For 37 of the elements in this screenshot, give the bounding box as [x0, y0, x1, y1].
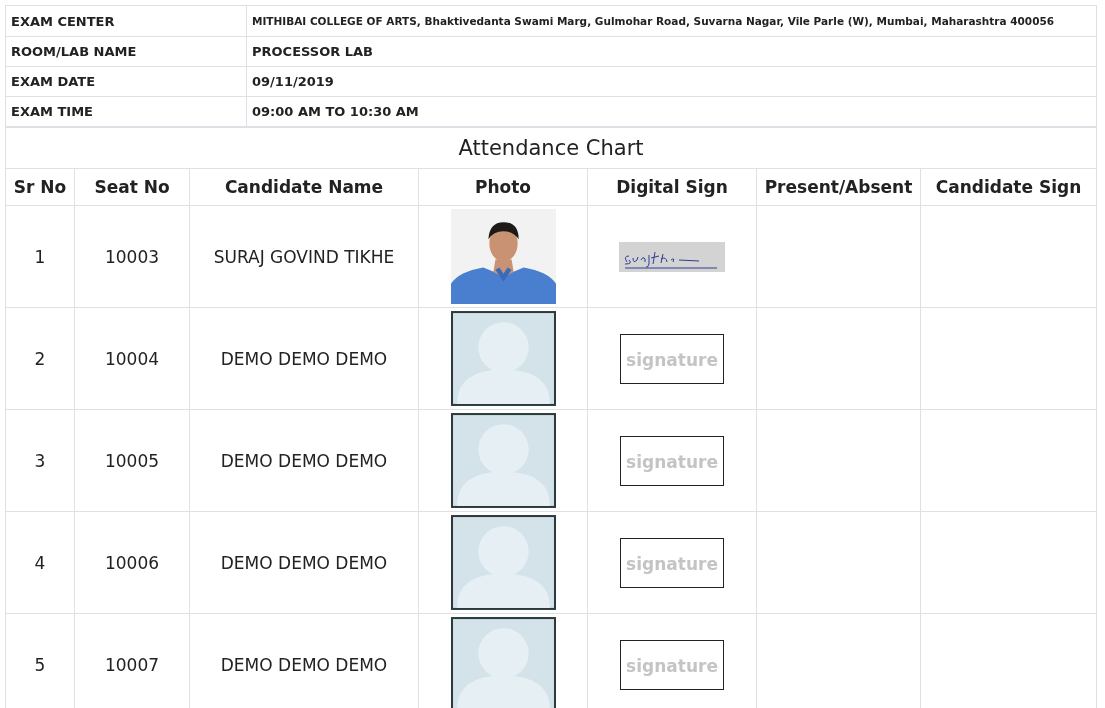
- table-cell: DEMO DEMO DEMO: [189, 307, 419, 410]
- table-cell: 5: [5, 613, 75, 708]
- table-cell: 10005: [74, 409, 190, 512]
- table-cell: 4: [5, 511, 75, 614]
- column-header: Photo: [418, 168, 588, 206]
- field-label: EXAM CENTER: [5, 5, 247, 37]
- field-value: 09:00 AM TO 10:30 AM: [246, 96, 1097, 127]
- table-cell: SURAJ GOVIND TIKHE: [189, 205, 419, 308]
- field-label: EXAM DATE: [5, 66, 247, 97]
- field-label: EXAM TIME: [5, 96, 247, 127]
- table-cell: 1: [5, 205, 75, 308]
- signature-placeholder-image: signature: [620, 333, 724, 384]
- chart-title: Attendance Chart: [5, 127, 1097, 169]
- table-cell: 10006: [74, 511, 190, 614]
- table-cell: 10004: [74, 307, 190, 410]
- avatar-placeholder-icon: [450, 311, 556, 406]
- field-value: MITHIBAI COLLEGE OF ARTS, Bhaktivedanta Swami Marg, Gulmohar Road, Suvarna Nagar, Vile Parle (W), Mumbai, Maharashtra 400056: [246, 5, 1097, 37]
- table-cell: DEMO DEMO DEMO: [189, 511, 419, 614]
- signature-placeholder-image: signature: [620, 639, 724, 690]
- column-header: Sr No: [5, 168, 75, 206]
- column-header: Present/Absent: [756, 168, 921, 206]
- table-cell: 2: [5, 307, 75, 410]
- avatar-placeholder-icon: [450, 617, 556, 708]
- column-header: Candidate Sign: [920, 168, 1097, 206]
- signature-placeholder-image: signature: [620, 537, 724, 588]
- field-value: 09/11/2019: [246, 66, 1097, 97]
- field-value: PROCESSOR LAB: [246, 36, 1097, 67]
- table-cell: 10003: [74, 205, 190, 308]
- field-label: ROOM/LAB NAME: [5, 36, 247, 67]
- avatar-placeholder-icon: [450, 515, 556, 610]
- table-cell: 3: [5, 409, 75, 512]
- table-cell: DEMO DEMO DEMO: [189, 409, 419, 512]
- signature-placeholder-image: signature: [620, 435, 724, 486]
- column-header: Digital Sign: [587, 168, 757, 206]
- column-header: Candidate Name: [189, 168, 419, 206]
- column-header: Seat No: [74, 168, 190, 206]
- avatar-placeholder-icon: [450, 413, 556, 508]
